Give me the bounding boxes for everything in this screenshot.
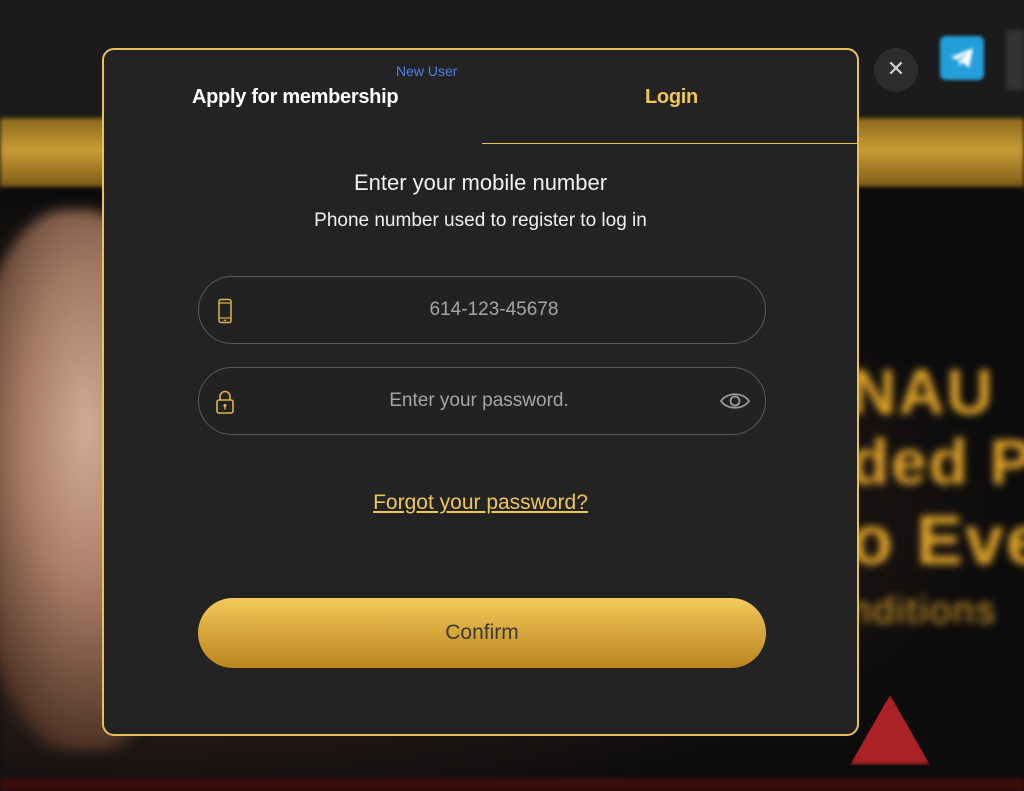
confirm-button[interactable]: Confirm (198, 598, 766, 668)
modal-tabs: New User Apply for membership Login (104, 50, 857, 144)
eye-icon[interactable] (719, 388, 751, 414)
form-heading: Enter your mobile number (353, 170, 608, 195)
close-modal-button[interactable]: ✕ (874, 48, 918, 92)
password-field (198, 367, 766, 435)
tab-login[interactable]: Login (482, 50, 857, 144)
form-subheading: Phone number used to register to log in (314, 210, 647, 231)
background-banner-line: o Eve (850, 501, 1024, 579)
lock-icon (216, 390, 234, 414)
close-icon: ✕ (886, 57, 906, 82)
background-banner-line: ded P (850, 426, 1024, 498)
tab-apply-membership[interactable]: New User Apply for membership (104, 50, 482, 144)
phone-field (198, 276, 766, 344)
tab-login-label: Login (645, 86, 698, 108)
background-edge-element (1006, 30, 1024, 90)
tab-apply-label: Apply for membership (192, 86, 399, 108)
new-user-badge: New User (396, 63, 458, 79)
password-input[interactable] (249, 368, 709, 434)
background-bottom-strip (0, 778, 1024, 791)
background-banner-line: nditions (850, 590, 997, 632)
telegram-icon[interactable] (940, 36, 984, 80)
forgot-password-link[interactable]: Forgot your password? (104, 491, 857, 515)
login-modal: New User Apply for membership Login Ente… (102, 48, 859, 736)
phone-input[interactable] (259, 277, 729, 343)
background-banner-line: NAU (850, 356, 995, 428)
phone-icon (218, 298, 232, 324)
